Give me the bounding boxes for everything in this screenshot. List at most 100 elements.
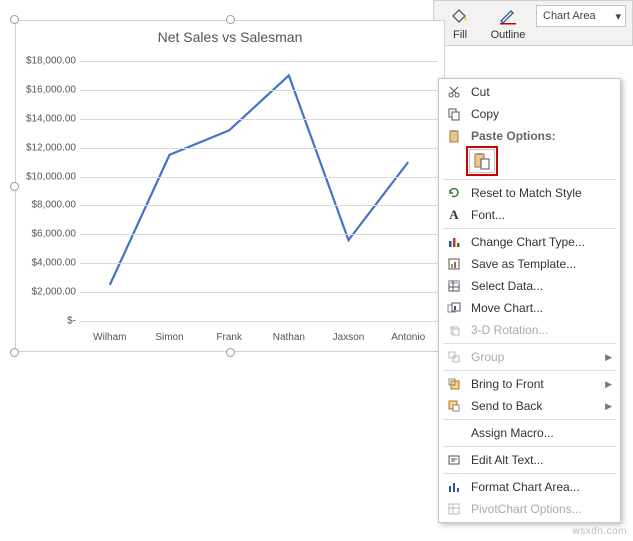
x-tick-label: Jaxson xyxy=(319,332,379,343)
chart-container[interactable]: Net Sales vs Salesman $-$2,000.00$4,000.… xyxy=(15,20,445,352)
menu-change-chart-type[interactable]: Change Chart Type... xyxy=(439,231,620,253)
x-tick-label: Frank xyxy=(199,332,259,343)
menu-label: Reset to Match Style xyxy=(471,186,612,200)
pen-outline-icon xyxy=(496,5,520,27)
menu-label: Font... xyxy=(471,208,612,222)
chart-context-menu: Cut Copy Paste Options: Reset to Match S… xyxy=(438,78,621,523)
menu-label: Paste Options: xyxy=(471,129,612,143)
gridline xyxy=(80,90,438,91)
menu-pivotchart-options: PivotChart Options... xyxy=(439,498,620,520)
menu-separator xyxy=(443,179,616,180)
gridline xyxy=(80,321,438,322)
gridline xyxy=(80,119,438,120)
watermark: wsxdn.com xyxy=(572,526,627,537)
bar-chart-icon xyxy=(445,234,463,250)
menu-label: Cut xyxy=(471,85,612,99)
y-tick-label: $14,000.00 xyxy=(22,113,76,124)
menu-label: Move Chart... xyxy=(471,301,612,315)
chevron-right-icon: ▶ xyxy=(605,401,612,412)
outline-label: Outline xyxy=(491,29,526,41)
menu-copy[interactable]: Copy xyxy=(439,103,620,125)
menu-separator xyxy=(443,446,616,447)
move-chart-icon xyxy=(445,300,463,316)
menu-send-to-back[interactable]: Send to Back ▶ xyxy=(439,395,620,417)
y-tick-label: $12,000.00 xyxy=(22,142,76,153)
menu-cut[interactable]: Cut xyxy=(439,81,620,103)
menu-label: Format Chart Area... xyxy=(471,480,612,494)
y-tick-label: $18,000.00 xyxy=(22,56,76,67)
line-series xyxy=(80,61,438,321)
y-tick-label: $6,000.00 xyxy=(22,229,76,240)
paste-option-keep-formatting[interactable] xyxy=(469,149,495,173)
menu-font[interactable]: A Font... xyxy=(439,204,620,226)
menu-group: Group ▶ xyxy=(439,346,620,368)
x-tick-label: Nathan xyxy=(259,332,319,343)
save-template-icon xyxy=(445,256,463,272)
menu-label: Edit Alt Text... xyxy=(471,453,612,467)
y-tick-label: $8,000.00 xyxy=(22,200,76,211)
menu-separator xyxy=(443,228,616,229)
menu-edit-alt-text[interactable]: Edit Alt Text... xyxy=(439,449,620,471)
menu-bring-to-front[interactable]: Bring to Front ▶ xyxy=(439,373,620,395)
gridline xyxy=(80,177,438,178)
gridline xyxy=(80,61,438,62)
chevron-down-icon: ▾ xyxy=(615,10,621,23)
menu-separator xyxy=(443,370,616,371)
menu-3d-rotation: 3-D Rotation... xyxy=(439,319,620,341)
gridline xyxy=(80,292,438,293)
chevron-right-icon: ▶ xyxy=(605,379,612,390)
menu-assign-macro[interactable]: Assign Macro... xyxy=(439,422,620,444)
bring-front-icon xyxy=(445,376,463,392)
menu-move-chart[interactable]: Move Chart... xyxy=(439,297,620,319)
ribbon-chunk: Fill Outline Chart Area ▾ xyxy=(433,0,633,46)
menu-select-data[interactable]: Select Data... xyxy=(439,275,620,297)
select-data-icon xyxy=(445,278,463,294)
chart-element-selector-value: Chart Area xyxy=(543,10,596,22)
menu-save-template[interactable]: Save as Template... xyxy=(439,253,620,275)
clipboard-paste-icon xyxy=(473,152,491,170)
x-axis: WilhamSimonFrankNathanJaxsonAntonio xyxy=(80,332,438,343)
menu-format-chart-area[interactable]: Format Chart Area... xyxy=(439,476,620,498)
chart-element-selector[interactable]: Chart Area ▾ xyxy=(536,5,626,27)
menu-label: Select Data... xyxy=(471,279,612,293)
gridline xyxy=(80,234,438,235)
outline-button[interactable]: Outline xyxy=(488,5,528,41)
resize-handle[interactable] xyxy=(226,348,235,357)
fill-button[interactable]: Fill xyxy=(440,5,480,41)
menu-reset-style[interactable]: Reset to Match Style xyxy=(439,182,620,204)
resize-handle[interactable] xyxy=(10,348,19,357)
fill-label: Fill xyxy=(453,29,467,41)
font-icon: A xyxy=(445,207,463,223)
menu-separator xyxy=(443,419,616,420)
y-tick-label: $10,000.00 xyxy=(22,171,76,182)
menu-label: Save as Template... xyxy=(471,257,612,271)
menu-label: Assign Macro... xyxy=(471,426,612,440)
send-back-icon xyxy=(445,398,463,414)
reset-icon xyxy=(445,185,463,201)
gridline xyxy=(80,263,438,264)
resize-handle[interactable] xyxy=(226,15,235,24)
pivot-icon xyxy=(445,501,463,517)
chevron-right-icon: ▶ xyxy=(605,352,612,363)
paint-bucket-icon xyxy=(448,5,472,27)
resize-handle[interactable] xyxy=(10,15,19,24)
menu-label: 3-D Rotation... xyxy=(471,323,612,337)
menu-label: Copy xyxy=(471,107,612,121)
paste-options-row xyxy=(439,147,620,177)
plot-area[interactable]: $-$2,000.00$4,000.00$6,000.00$8,000.00$1… xyxy=(80,61,438,321)
gridline xyxy=(80,148,438,149)
macro-icon xyxy=(445,425,463,441)
menu-separator xyxy=(443,343,616,344)
x-tick-label: Simon xyxy=(140,332,200,343)
y-tick-label: $- xyxy=(22,316,76,327)
gridline xyxy=(80,205,438,206)
x-tick-label: Antonio xyxy=(378,332,438,343)
menu-label: PivotChart Options... xyxy=(471,502,612,516)
resize-handle[interactable] xyxy=(10,182,19,191)
menu-label: Send to Back xyxy=(471,399,597,413)
menu-paste-options-header: Paste Options: xyxy=(439,125,620,147)
alt-text-icon xyxy=(445,452,463,468)
x-tick-label: Wilham xyxy=(80,332,140,343)
y-tick-label: $2,000.00 xyxy=(22,287,76,298)
menu-label: Group xyxy=(471,350,597,364)
